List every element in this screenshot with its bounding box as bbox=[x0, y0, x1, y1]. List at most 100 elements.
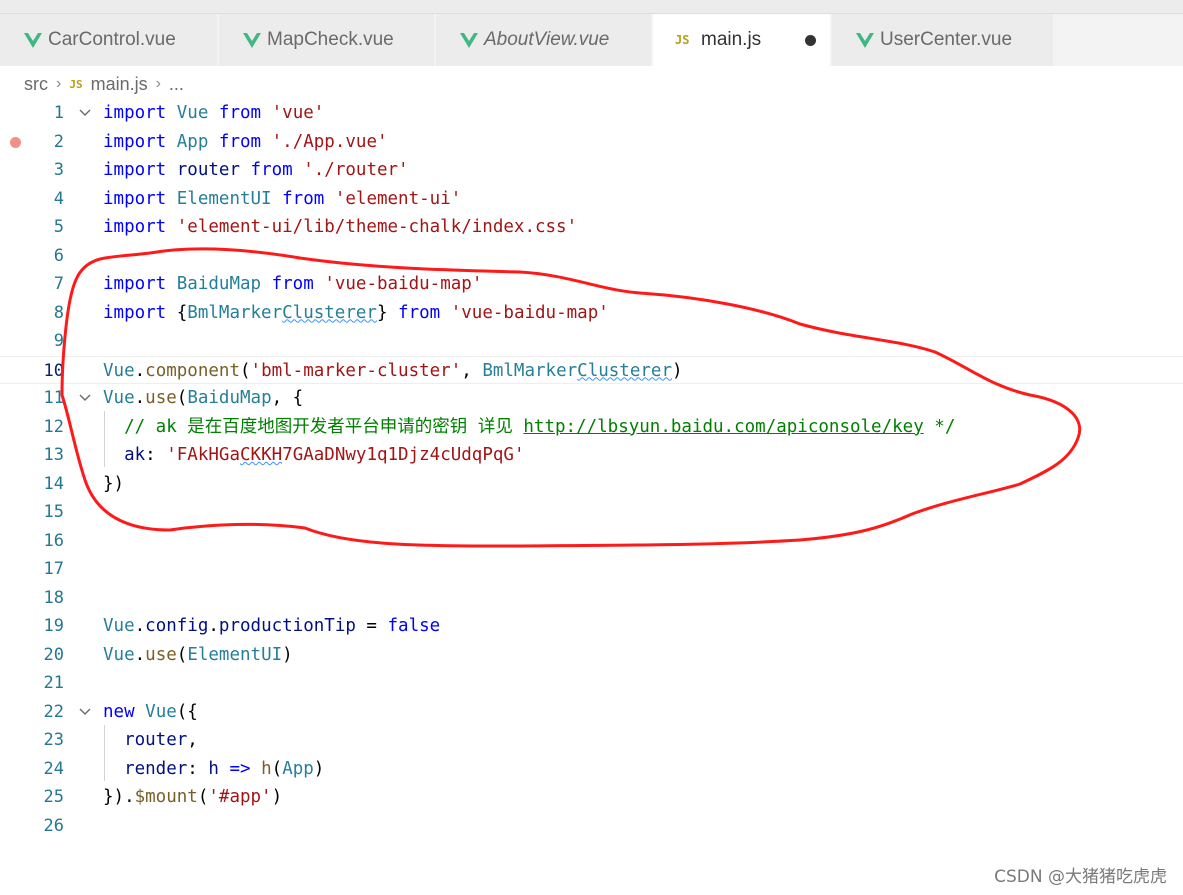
code-text: Vue.config.productionTip = false bbox=[103, 616, 441, 636]
tab-main-js[interactable]: JS main.js bbox=[653, 14, 831, 66]
title-strip bbox=[0, 0, 1183, 14]
tab-label: MapCheck.vue bbox=[267, 29, 394, 50]
code-text: import Vue from 'vue' bbox=[103, 103, 325, 123]
breadcrumb: src › JS main.js › ... bbox=[24, 72, 184, 96]
code-line[interactable]: 20 Vue.use(ElementUI) bbox=[0, 641, 1183, 669]
line-number: 17 bbox=[43, 559, 64, 579]
code-text: }) bbox=[103, 473, 125, 494]
line-number: 13 bbox=[43, 445, 64, 465]
breakpoint-icon[interactable] bbox=[10, 136, 21, 148]
code-line[interactable]: 9 bbox=[0, 327, 1183, 355]
tab-label: CarControl.vue bbox=[48, 29, 176, 50]
chevron-down-icon[interactable] bbox=[79, 706, 91, 718]
line-number: 8 bbox=[53, 302, 64, 323]
line-number: 15 bbox=[43, 502, 64, 522]
code-line[interactable]: 24 render: h => h(App) bbox=[0, 755, 1183, 783]
code-line[interactable]: 26 bbox=[0, 812, 1183, 840]
line-number: 5 bbox=[53, 217, 64, 237]
code-line[interactable]: 11 Vue.use(BaiduMap, { bbox=[0, 384, 1183, 412]
code-line[interactable]: 5 import 'element-ui/lib/theme-chalk/inde… bbox=[0, 213, 1183, 241]
code-text: import ElementUI from 'element-ui' bbox=[103, 188, 462, 209]
vue-icon bbox=[24, 33, 42, 48]
code-line[interactable]: 17 bbox=[0, 555, 1183, 583]
indent-guide bbox=[104, 411, 105, 467]
code-line[interactable]: 10 Vue.component('bml-marker-cluster', Bm… bbox=[0, 355, 1183, 384]
line-number: 10 bbox=[43, 360, 64, 381]
line-number: 2 bbox=[53, 131, 64, 152]
chevron-right-icon: › bbox=[155, 75, 161, 92]
indent-guide bbox=[104, 725, 105, 781]
js-icon: JS bbox=[69, 77, 83, 91]
code-text: Vue.use(ElementUI) bbox=[103, 644, 293, 665]
line-number: 9 bbox=[53, 331, 64, 351]
code-line[interactable]: 1 import Vue from 'vue' bbox=[0, 99, 1183, 127]
line-number: 18 bbox=[43, 587, 64, 608]
code-text: render: h => h(App) bbox=[124, 758, 325, 779]
code-text: Vue.component('bml-marker-cluster', BmlM… bbox=[103, 360, 683, 381]
code-line[interactable]: 2 import App from './App.vue' bbox=[0, 128, 1183, 156]
breadcrumb-symbol[interactable]: ... bbox=[169, 74, 184, 95]
breadcrumb-file[interactable]: main.js bbox=[91, 74, 148, 95]
tab-label: main.js bbox=[701, 29, 762, 50]
code-text: router, bbox=[124, 730, 198, 750]
watermark: CSDN @大猪猪吃虎虎 bbox=[994, 867, 1167, 887]
line-number: 11 bbox=[43, 388, 64, 408]
line-number: 1 bbox=[53, 103, 64, 123]
tab-label: UserCenter.vue bbox=[880, 29, 1013, 50]
code-line[interactable]: 3 import router from './router' bbox=[0, 156, 1183, 184]
code-text: import App from './App.vue' bbox=[103, 131, 388, 152]
code-line[interactable]: 19 Vue.config.productionTip = false bbox=[0, 612, 1183, 640]
vue-icon bbox=[243, 33, 261, 48]
line-number: 19 bbox=[43, 616, 64, 636]
code-text: import 'element-ui/lib/theme-chalk/index… bbox=[103, 217, 578, 237]
code-line[interactable]: 25 }).$mount('#app') bbox=[0, 783, 1183, 811]
js-icon: JS bbox=[675, 33, 690, 47]
code-line[interactable]: 8 import {BmlMarkerClusterer} from 'vue-b… bbox=[0, 299, 1183, 327]
line-number: 3 bbox=[53, 160, 64, 180]
code-line[interactable]: 21 bbox=[0, 669, 1183, 697]
chevron-down-icon[interactable] bbox=[79, 107, 91, 119]
line-number: 6 bbox=[53, 245, 64, 266]
code-line[interactable]: 13 ak: 'FAkHGaCKKH7GAaDNwy1q1Djz4cUdqPqG… bbox=[0, 441, 1183, 469]
tab-aboutview[interactable]: AboutView.vue bbox=[436, 14, 652, 66]
code-line[interactable]: 12 // ak 是在百度地图开发者平台申请的密钥 详见 http://lbsy… bbox=[0, 413, 1183, 441]
code-line[interactable]: 15 bbox=[0, 498, 1183, 526]
code-text: import {BmlMarkerClusterer} from 'vue-ba… bbox=[103, 302, 609, 323]
vue-icon bbox=[460, 33, 478, 48]
code-text: ak: 'FAkHGaCKKH7GAaDNwy1q1Djz4cUdqPqG' bbox=[124, 445, 525, 465]
code-line[interactable]: 18 bbox=[0, 584, 1183, 612]
line-number: 4 bbox=[53, 188, 64, 209]
code-line[interactable]: 6 bbox=[0, 242, 1183, 270]
code-editor[interactable]: 1 import Vue from 'vue' 2 import App from '… bbox=[0, 98, 1183, 895]
code-line[interactable]: 16 bbox=[0, 527, 1183, 555]
code-line[interactable]: 22 new Vue({ bbox=[0, 698, 1183, 726]
code-text: import BaiduMap from 'vue-baidu-map' bbox=[103, 274, 483, 294]
chevron-down-icon[interactable] bbox=[79, 392, 91, 404]
code-text: }).$mount('#app') bbox=[103, 787, 283, 807]
code-line[interactable]: 23 router, bbox=[0, 726, 1183, 754]
line-number: 12 bbox=[43, 416, 64, 437]
line-number: 21 bbox=[43, 673, 64, 693]
vue-icon bbox=[856, 33, 874, 48]
chevron-right-icon: › bbox=[56, 75, 62, 92]
line-number: 16 bbox=[43, 530, 64, 551]
code-text: import router from './router' bbox=[103, 160, 409, 180]
code-text: new Vue({ bbox=[103, 701, 198, 722]
line-number: 20 bbox=[43, 644, 64, 665]
line-number: 25 bbox=[43, 787, 64, 807]
code-line[interactable]: 4 import ElementUI from 'element-ui' bbox=[0, 185, 1183, 213]
editor-tab-bar: CarControl.vue MapCheck.vue AboutView.vu… bbox=[0, 0, 1183, 66]
code-text: Vue.use(BaiduMap, { bbox=[103, 388, 304, 408]
tab-carcontrol[interactable]: CarControl.vue bbox=[0, 14, 218, 66]
tab-mapcheck[interactable]: MapCheck.vue bbox=[219, 14, 435, 66]
line-number: 23 bbox=[43, 730, 64, 750]
code-line[interactable]: 7 import BaiduMap from 'vue-baidu-map' bbox=[0, 270, 1183, 298]
line-number: 14 bbox=[43, 473, 64, 494]
line-number: 24 bbox=[43, 758, 64, 779]
unsaved-dot-icon[interactable] bbox=[805, 35, 816, 46]
breadcrumb-folder[interactable]: src bbox=[24, 74, 48, 95]
tab-label: AboutView.vue bbox=[484, 29, 610, 50]
tab-usercenter[interactable]: UserCenter.vue bbox=[832, 14, 1054, 66]
line-number: 22 bbox=[43, 701, 64, 722]
code-line[interactable]: 14}) bbox=[0, 470, 1183, 498]
